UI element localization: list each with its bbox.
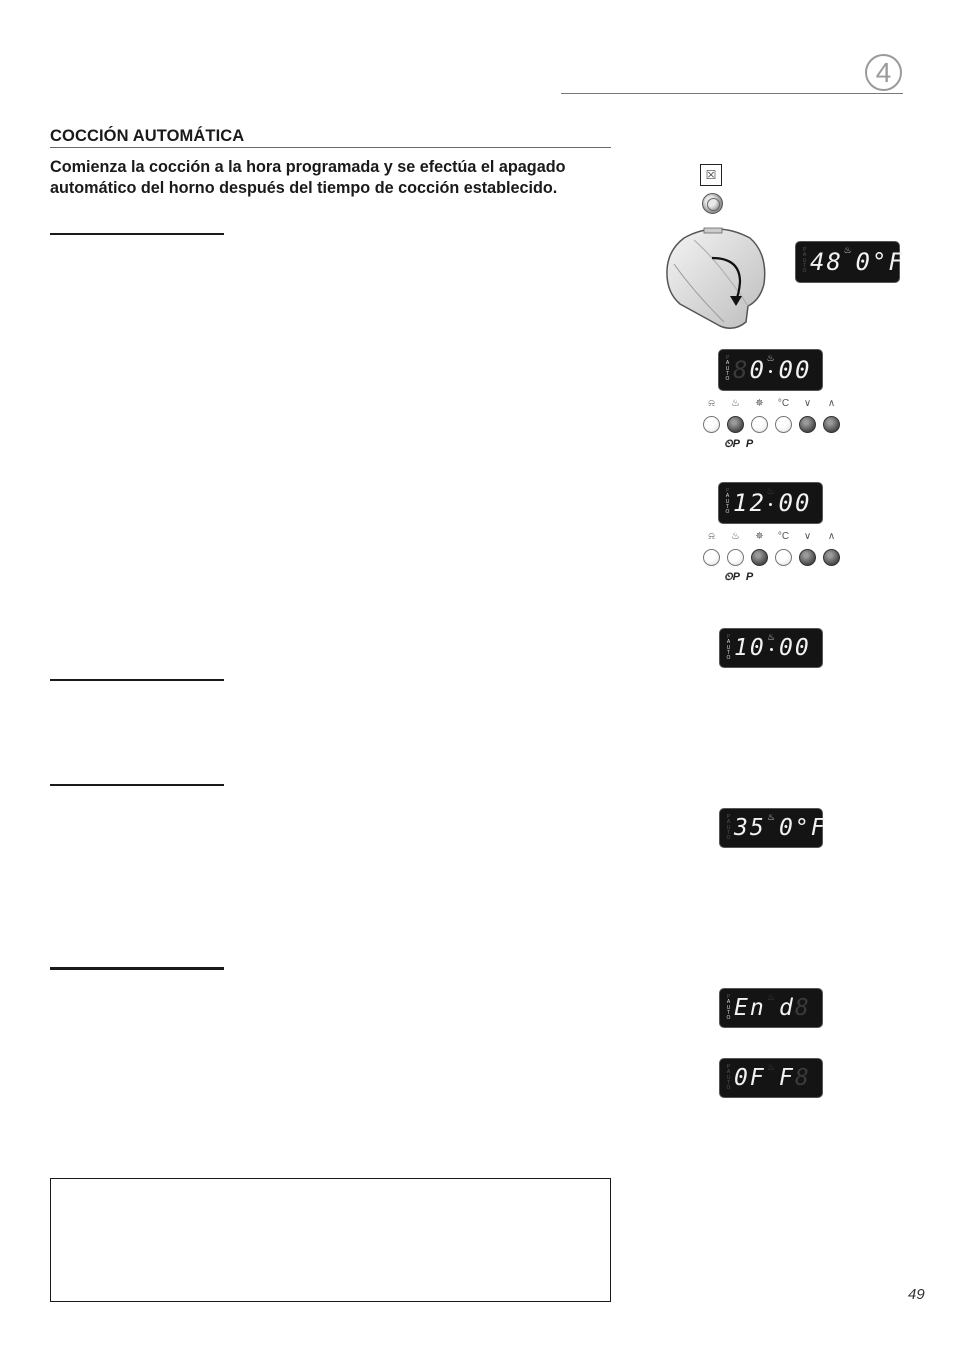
display-digits-right: 00	[778, 489, 812, 517]
chapter-number-badge: 4	[865, 54, 902, 91]
heating-indicator-icon: ♨	[766, 632, 776, 642]
heating-indicator-icon: ♨	[766, 353, 775, 363]
display-digits-left: En	[734, 995, 766, 1021]
tiempo-coccion-button[interactable]	[727, 549, 744, 566]
button-symbol-row-b: ⍾ ♨ ✵ °C ∨ ∧	[703, 531, 840, 543]
menos-button[interactable]	[799, 549, 816, 566]
program-label-row-b: ⏲P P	[724, 571, 759, 584]
temperatura-button[interactable]	[775, 549, 792, 566]
heating-indicator-icon: ♨	[766, 486, 775, 496]
menos-icon: ∨	[803, 398, 812, 409]
subsection-rule-2	[50, 679, 224, 681]
function-knob-icon[interactable]	[664, 222, 768, 330]
led-display-time-1000: P A U T O 10 ♨ 00	[720, 629, 822, 667]
section-title: COCCIÓN AUTOMÁTICA	[50, 127, 245, 145]
colon-dot	[769, 370, 772, 373]
tiempo-coccion-icon: ♨	[731, 531, 740, 542]
fin-coccion-icon: ✵	[755, 531, 764, 542]
display-digits-left: 48	[810, 248, 843, 276]
reloj-alarma-icon: ⍾	[708, 531, 715, 542]
auto-indicator: PAUTO	[726, 1064, 731, 1092]
colon-dot	[769, 503, 772, 506]
program-label-row-a: ⏲P P	[724, 438, 759, 451]
tiempo-coccion-button[interactable]	[727, 416, 744, 433]
led-display-temp-480: P A U T O 48 ♨ 0°F	[796, 242, 903, 282]
mas-button[interactable]	[823, 549, 840, 566]
program-label: P	[745, 571, 754, 583]
led-display-off: P A U T O 0F ♨ F 8	[720, 1059, 822, 1097]
tiempo-coccion-icon: ♨	[731, 398, 740, 409]
display-digits-left: 80	[733, 356, 766, 384]
led-display-temp-350: P A U T O 35 ♨ 0°F	[720, 809, 825, 847]
subsection-rule-1	[50, 233, 224, 235]
display-digits-right: d8	[779, 995, 811, 1021]
fin-coccion-button[interactable]	[751, 549, 768, 566]
auto-indicator: PAUTO	[726, 994, 731, 1022]
subsection-rule-3	[50, 784, 224, 786]
program-label: P	[745, 438, 754, 450]
temperatura-icon: °C	[777, 398, 790, 409]
led-display-time-000: P A U T O 8 0 ♨ 00	[719, 350, 822, 390]
page-number: 49	[908, 1286, 925, 1303]
temperatura-icon: °C	[777, 531, 790, 542]
display-digits-left: 10	[734, 635, 766, 661]
display-digits-right: 00	[778, 356, 812, 384]
temperatura-button[interactable]	[775, 416, 792, 433]
reloj-alarma-icon: ⍾	[708, 398, 715, 409]
fin-coccion-button[interactable]	[751, 416, 768, 433]
mas-icon: ∧	[827, 398, 836, 409]
led-display-end: P A U T O En ♨ d 8	[720, 989, 822, 1027]
display-digits-left: 35	[734, 815, 766, 841]
display-digits-right: F8	[779, 1065, 811, 1091]
mas-button[interactable]	[823, 416, 840, 433]
button-symbol-row-a: ⍾ ♨ ✵ °C ∨ ∧	[703, 398, 840, 410]
display-digits-right: 00	[779, 635, 811, 661]
program-label: ⏲P	[724, 438, 740, 450]
section-title-rule	[50, 147, 611, 148]
auto-indicator: PAUTO	[726, 634, 731, 662]
fin-coccion-icon: ✵	[755, 398, 764, 409]
auto-indicator: PAUTO	[725, 355, 730, 383]
colon-dot	[769, 648, 773, 651]
oven-mode-icon: ☒	[700, 164, 722, 186]
reloj-alarma-button[interactable]	[703, 416, 720, 433]
heating-indicator-icon: ♨	[766, 992, 776, 1002]
program-label: ⏲P	[724, 571, 740, 583]
mas-icon: ∧	[827, 531, 836, 542]
section-intro: Comienza la cocción a la hora programada…	[50, 158, 566, 197]
push-button-icon[interactable]	[702, 193, 723, 214]
led-display-time-1200: P A U T O 12 ♨ 00	[719, 483, 822, 523]
display-digits-left: 12	[733, 489, 766, 517]
note-box	[50, 1178, 611, 1302]
reloj-alarma-button[interactable]	[703, 549, 720, 566]
auto-indicator: PAUTO	[802, 247, 807, 275]
button-row-b	[703, 549, 840, 566]
auto-indicator: PAUTO	[725, 488, 730, 516]
subsection-rule-4	[50, 967, 224, 970]
heating-indicator-icon: ♨	[766, 812, 776, 822]
display-digits-left: 0F	[734, 1065, 766, 1091]
menos-button[interactable]	[799, 416, 816, 433]
display-digits-right: 0°F	[779, 815, 827, 841]
header-rule	[561, 93, 903, 94]
auto-indicator: PAUTO	[726, 814, 731, 842]
heating-indicator-icon: ♨	[843, 245, 852, 255]
heating-indicator-icon: ♨	[766, 1062, 776, 1072]
button-row-a	[703, 416, 840, 433]
menos-icon: ∨	[803, 531, 812, 542]
display-digits-right: 0°F	[855, 248, 905, 276]
